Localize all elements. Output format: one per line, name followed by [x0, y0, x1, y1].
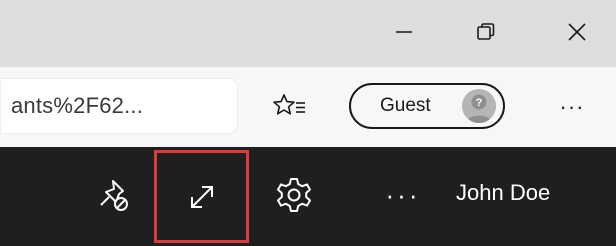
close-icon — [568, 23, 586, 41]
restore-icon — [477, 23, 495, 40]
browser-toolbar: ants%2F62... Guest ? ··· — [0, 67, 616, 147]
guest-avatar-icon: ? — [462, 89, 496, 123]
close-button[interactable] — [553, 12, 601, 52]
expand-button[interactable] — [154, 150, 249, 243]
settings-button[interactable] — [268, 169, 320, 221]
address-url-text: ants%2F62... — [11, 93, 144, 118]
user-name[interactable]: John Doe — [456, 180, 550, 206]
favorites-button[interactable] — [270, 88, 310, 126]
more-options-button[interactable]: ··· — [375, 175, 431, 215]
address-bar[interactable]: ants%2F62... — [0, 78, 238, 134]
profile-button[interactable]: Guest ? — [349, 83, 505, 129]
more-label: ··· — [559, 94, 585, 119]
more-dark-label: ··· — [385, 179, 421, 210]
svg-text:?: ? — [476, 97, 483, 109]
minimize-button[interactable] — [380, 12, 428, 52]
expand-icon — [190, 185, 213, 208]
gear-icon — [277, 178, 311, 212]
unpin-icon — [100, 180, 128, 211]
settings-and-more-button[interactable]: ··· — [548, 91, 596, 123]
profile-label: Guest — [380, 95, 431, 116]
app-bar: ··· John Doe — [0, 147, 616, 246]
restore-button[interactable] — [462, 12, 510, 52]
unpin-button[interactable] — [88, 169, 138, 221]
minimize-icon — [396, 31, 412, 33]
favorites-star-icon — [273, 94, 305, 115]
title-bar — [0, 0, 616, 67]
